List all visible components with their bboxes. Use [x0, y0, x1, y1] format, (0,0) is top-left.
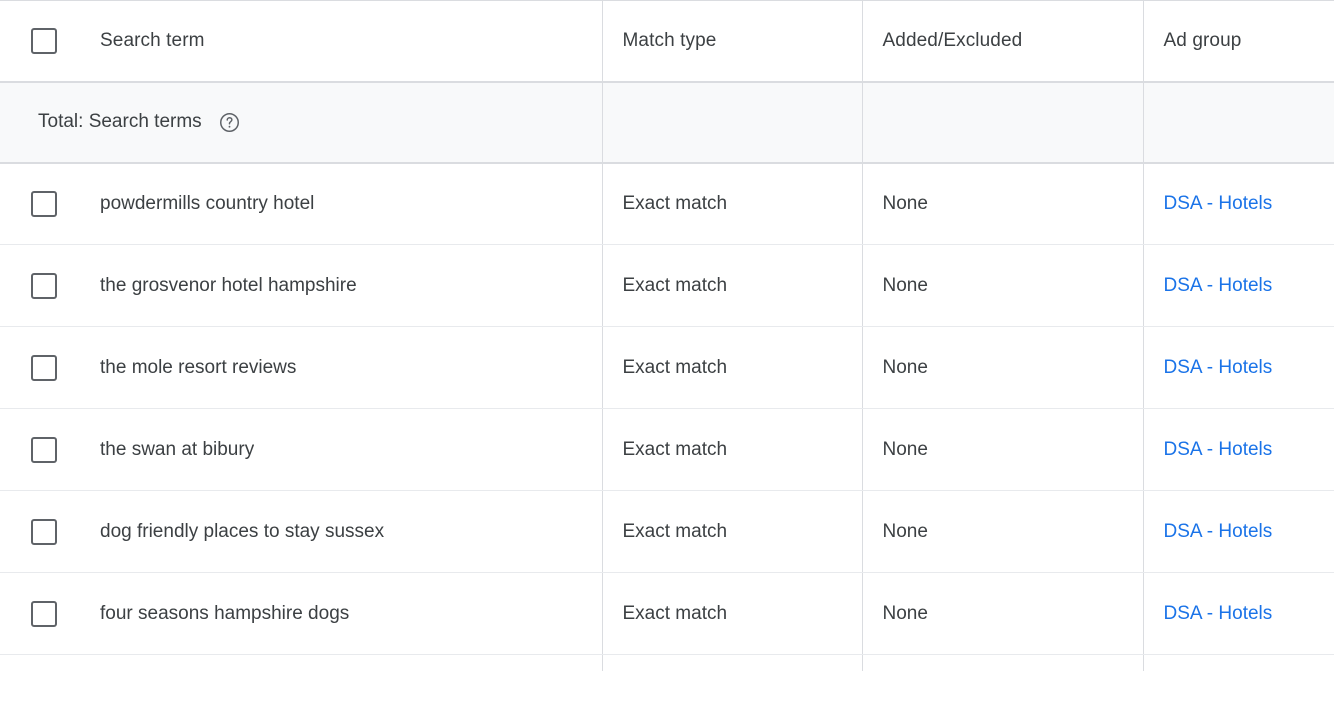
- table-row[interactable]: powdermills country hotel Exact match No…: [0, 162, 1334, 245]
- cell-ad-group: DSA - Hotels: [1143, 162, 1334, 245]
- table-row-partial[interactable]: [0, 654, 1334, 671]
- match-type-text: Exact match: [622, 192, 728, 214]
- search-terms-table-container: Search term Match type Added/Excluded Ad…: [0, 0, 1334, 704]
- added-excluded-text: None: [882, 192, 928, 214]
- column-header-search-term[interactable]: Search term: [0, 0, 603, 83]
- search-term-text: the swan at bibury: [100, 438, 255, 460]
- ad-group-link[interactable]: DSA - Hotels: [1164, 357, 1273, 379]
- cell-search-term: the mole resort reviews: [0, 326, 603, 409]
- table-row[interactable]: dog friendly places to stay sussex Exact…: [0, 490, 1334, 573]
- cell-match-type: Exact match: [602, 490, 863, 573]
- match-type-text: Exact match: [622, 602, 728, 624]
- ad-group-link[interactable]: DSA - Hotels: [1164, 275, 1273, 297]
- cell-ad-group-partial: [1143, 654, 1334, 671]
- table-row[interactable]: the swan at bibury Exact match None DSA …: [0, 408, 1334, 491]
- row-checkbox-cell[interactable]: [0, 518, 100, 545]
- help-circle-icon[interactable]: [219, 112, 240, 133]
- cell-ad-group: DSA - Hotels: [1143, 572, 1334, 655]
- select-all-checkbox[interactable]: [31, 27, 57, 54]
- cell-added-excluded: None: [862, 490, 1144, 573]
- table-header-row: Search term Match type Added/Excluded Ad…: [0, 0, 1334, 83]
- cell-added-excluded: None: [862, 162, 1144, 245]
- search-term-text: the mole resort reviews: [100, 356, 297, 378]
- column-header-label-match-type: Match type: [622, 29, 717, 51]
- cell-ad-group: DSA - Hotels: [1143, 244, 1334, 327]
- row-checkbox-cell[interactable]: [0, 436, 100, 463]
- cell-added-excluded: None: [862, 408, 1144, 491]
- select-all-checkbox-cell[interactable]: [0, 27, 100, 54]
- cell-ad-group: DSA - Hotels: [1143, 326, 1334, 409]
- cell-search-term: four seasons hampshire dogs: [0, 572, 603, 655]
- search-term-text: four seasons hampshire dogs: [100, 602, 350, 624]
- cell-match-type: Exact match: [602, 408, 863, 491]
- cell-search-term: the grosvenor hotel hampshire: [0, 244, 603, 327]
- ad-group-link[interactable]: DSA - Hotels: [1164, 439, 1273, 461]
- table-body: Total: Search terms powdermills country …: [0, 81, 1334, 671]
- cell-search-term: powdermills country hotel: [0, 162, 603, 245]
- table-row[interactable]: the grosvenor hotel hampshire Exact matc…: [0, 244, 1334, 327]
- row-checkbox[interactable]: [31, 190, 57, 217]
- totals-label: Total: Search terms: [38, 111, 202, 132]
- match-type-text: Exact match: [622, 274, 728, 296]
- added-excluded-text: None: [882, 356, 928, 378]
- search-term-text: dog friendly places to stay sussex: [100, 520, 385, 542]
- row-checkbox[interactable]: [31, 354, 57, 381]
- totals-cell-ad-group: [1143, 81, 1334, 164]
- row-checkbox-cell[interactable]: [0, 190, 100, 217]
- match-type-text: Exact match: [622, 438, 728, 460]
- column-header-label-added-excluded: Added/Excluded: [882, 29, 1023, 51]
- row-checkbox-cell[interactable]: [0, 600, 100, 627]
- column-header-label-search-term: Search term: [100, 29, 205, 51]
- ad-group-link[interactable]: DSA - Hotels: [1164, 603, 1273, 625]
- match-type-text: Exact match: [622, 520, 728, 542]
- added-excluded-text: None: [882, 274, 928, 296]
- row-checkbox[interactable]: [31, 436, 57, 463]
- cell-match-type: Exact match: [602, 326, 863, 409]
- added-excluded-text: None: [882, 438, 928, 460]
- search-terms-table: Search term Match type Added/Excluded Ad…: [0, 0, 1334, 671]
- row-checkbox[interactable]: [31, 272, 57, 299]
- totals-cell-match-type: [602, 81, 863, 164]
- cell-added-excluded: None: [862, 244, 1144, 327]
- table-row[interactable]: four seasons hampshire dogs Exact match …: [0, 572, 1334, 655]
- cell-added-excluded: None: [862, 572, 1144, 655]
- row-checkbox[interactable]: [31, 600, 57, 627]
- column-header-match-type[interactable]: Match type: [602, 0, 863, 83]
- added-excluded-text: None: [882, 602, 928, 624]
- row-checkbox-cell[interactable]: [0, 272, 100, 299]
- match-type-text: Exact match: [622, 356, 728, 378]
- totals-cell-added-excluded: [862, 81, 1144, 164]
- cell-search-term: dog friendly places to stay sussex: [0, 490, 603, 573]
- cell-ad-group: DSA - Hotels: [1143, 408, 1334, 491]
- added-excluded-text: None: [882, 520, 928, 542]
- column-header-ad-group[interactable]: Ad group: [1143, 0, 1334, 83]
- row-checkbox[interactable]: [31, 518, 57, 545]
- table-row[interactable]: the mole resort reviews Exact match None…: [0, 326, 1334, 409]
- cell-match-type-partial: [602, 654, 863, 671]
- cell-match-type: Exact match: [602, 244, 863, 327]
- cell-search-term: the swan at bibury: [0, 408, 603, 491]
- ad-group-link[interactable]: DSA - Hotels: [1164, 521, 1273, 543]
- cell-ad-group: DSA - Hotels: [1143, 490, 1334, 573]
- cell-match-type: Exact match: [602, 162, 863, 245]
- row-checkbox-cell[interactable]: [0, 354, 100, 381]
- totals-cell-search-term: Total: Search terms: [0, 81, 603, 164]
- search-term-text: the grosvenor hotel hampshire: [100, 274, 357, 296]
- ad-group-link[interactable]: DSA - Hotels: [1164, 193, 1273, 215]
- column-header-label-ad-group: Ad group: [1163, 29, 1242, 51]
- totals-row: Total: Search terms: [0, 81, 1334, 164]
- search-term-text: powdermills country hotel: [100, 192, 315, 214]
- column-header-added-excluded[interactable]: Added/Excluded: [862, 0, 1144, 83]
- cell-added-excluded-partial: [862, 654, 1144, 671]
- cell-search-term-partial: [0, 654, 603, 671]
- cell-added-excluded: None: [862, 326, 1144, 409]
- table-header: Search term Match type Added/Excluded Ad…: [0, 0, 1334, 83]
- cell-match-type: Exact match: [602, 572, 863, 655]
